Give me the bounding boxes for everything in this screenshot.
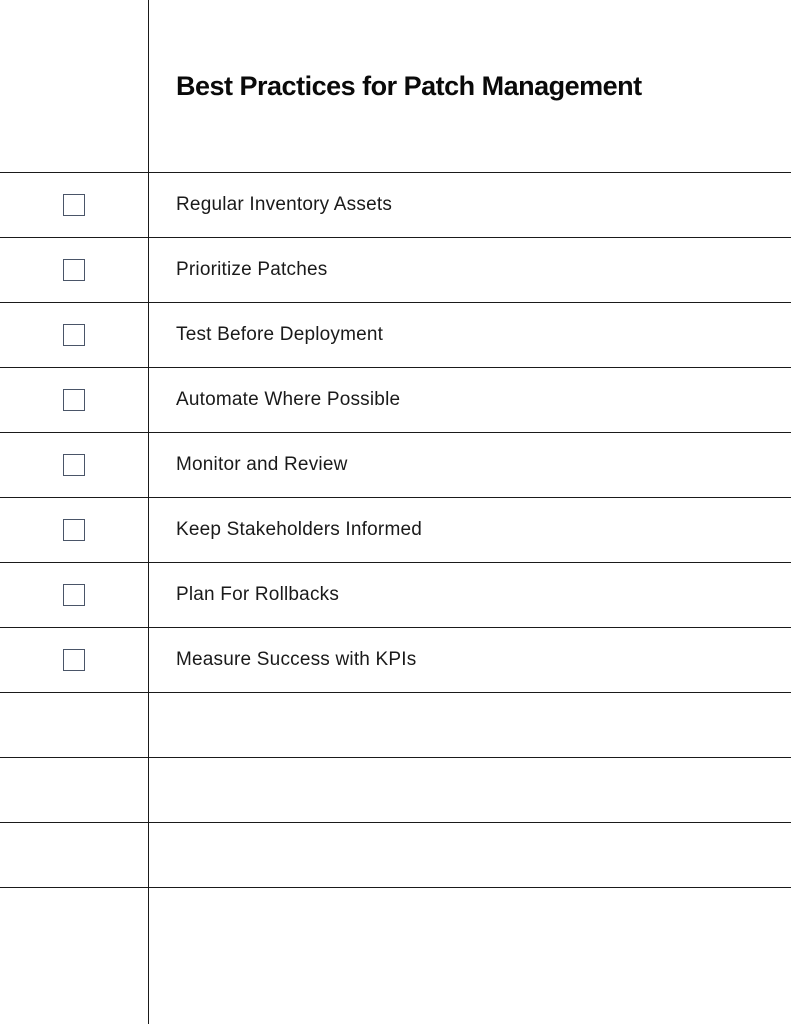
checkbox-cell [0, 498, 148, 562]
checkbox[interactable] [63, 649, 85, 671]
checklist-row: Regular Inventory Assets [0, 172, 791, 237]
checkbox-cell [0, 368, 148, 432]
checkbox-cell [0, 238, 148, 302]
checkbox[interactable] [63, 454, 85, 476]
empty-row [0, 887, 791, 952]
document-container: Best Practices for Patch Management Regu… [0, 0, 791, 1024]
checkbox-cell [0, 693, 148, 757]
checkbox-cell [0, 628, 148, 692]
checklist-row: Measure Success with KPIs [0, 627, 791, 692]
vertical-divider [148, 0, 149, 1024]
checkbox-cell [0, 888, 148, 952]
checklist-item-label: Automate Where Possible [148, 389, 400, 411]
checklist-row: Test Before Deployment [0, 302, 791, 367]
checkbox-cell [0, 303, 148, 367]
checklist-row: Keep Stakeholders Informed [0, 497, 791, 562]
checkbox[interactable] [63, 259, 85, 281]
checkbox-cell [0, 563, 148, 627]
checklist-item-label: Regular Inventory Assets [148, 194, 392, 216]
empty-row [0, 757, 791, 822]
checklist-row: Plan For Rollbacks [0, 562, 791, 627]
header-section: Best Practices for Patch Management [0, 0, 791, 172]
checklist-item-label: Test Before Deployment [148, 324, 383, 346]
checklist-row: Monitor and Review [0, 432, 791, 497]
checklist-item-label: Prioritize Patches [148, 259, 327, 281]
checkbox[interactable] [63, 389, 85, 411]
checklist-item-label: Plan For Rollbacks [148, 584, 339, 606]
checklist-row: Automate Where Possible [0, 367, 791, 432]
empty-row [0, 822, 791, 887]
checklist-item-label: Keep Stakeholders Informed [148, 519, 422, 541]
checklist-item-label: Measure Success with KPIs [148, 649, 416, 671]
empty-row [0, 692, 791, 757]
checklist-row: Prioritize Patches [0, 237, 791, 302]
checkbox-cell [0, 173, 148, 237]
page-title: Best Practices for Patch Management [176, 71, 642, 102]
checkbox-cell [0, 758, 148, 822]
checklist-item-label: Monitor and Review [148, 454, 348, 476]
checkbox-cell [0, 823, 148, 887]
checkbox[interactable] [63, 194, 85, 216]
checkbox[interactable] [63, 324, 85, 346]
checkbox[interactable] [63, 519, 85, 541]
checkbox-cell [0, 433, 148, 497]
checklist-rows: Regular Inventory Assets Prioritize Patc… [0, 172, 791, 952]
checkbox[interactable] [63, 584, 85, 606]
